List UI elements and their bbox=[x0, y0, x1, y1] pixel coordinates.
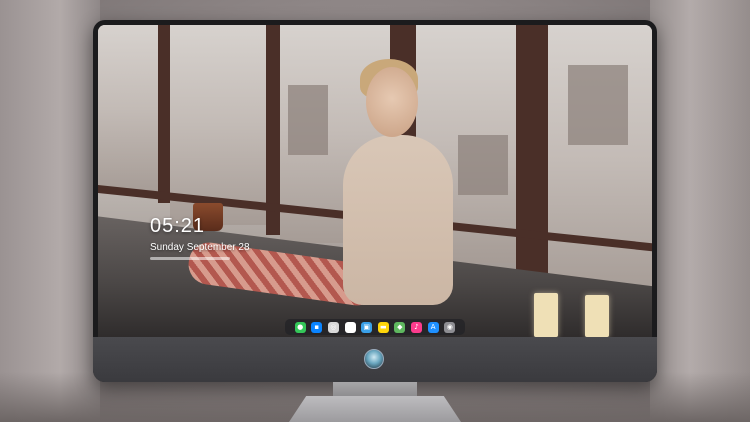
monitor-stand-base bbox=[289, 396, 461, 422]
safari-icon[interactable]: ◎ bbox=[327, 321, 339, 333]
camera-icon[interactable]: ◉ bbox=[444, 321, 456, 333]
blurred-backdrop-right bbox=[650, 0, 750, 422]
photos-icon[interactable]: ✿ bbox=[344, 321, 356, 333]
music-icon[interactable]: ♪ bbox=[411, 321, 422, 333]
candle bbox=[585, 295, 609, 337]
app-store-icon[interactable]: A bbox=[427, 321, 439, 333]
monitor-chin bbox=[93, 337, 657, 382]
monitor: 05:21 Sunday September 28 ● ▪ ◎ ✿ ▣ ▬ ◆ ♪ A ◉ bbox=[93, 20, 657, 382]
window-mullion bbox=[158, 25, 170, 203]
brand-logo-icon bbox=[364, 349, 384, 369]
dock: ● ▪ ◎ ✿ ▣ ▬ ◆ ♪ A ◉ bbox=[285, 319, 465, 335]
finder-icon[interactable]: ▣ bbox=[361, 321, 373, 333]
screen: 05:21 Sunday September 28 ● ▪ ◎ ✿ ▣ ▬ ◆ ♪ A ◉ bbox=[98, 25, 652, 337]
lock-screen-date: Sunday September 28 bbox=[150, 242, 250, 253]
background-building bbox=[288, 85, 328, 155]
messages-icon[interactable]: ● bbox=[294, 321, 306, 333]
notes-icon[interactable]: ▬ bbox=[377, 321, 389, 333]
lock-screen-subline bbox=[150, 257, 230, 260]
chat-icon[interactable]: ▪ bbox=[311, 321, 323, 333]
maps-icon[interactable]: ◆ bbox=[394, 321, 406, 333]
window-mullion bbox=[516, 25, 548, 287]
woman-body bbox=[343, 135, 453, 305]
background-building bbox=[568, 65, 628, 145]
blurred-backdrop-left bbox=[0, 0, 100, 422]
lock-screen-time: 05:21 bbox=[150, 215, 206, 237]
monitor-stand-neck bbox=[333, 382, 417, 396]
window-pane bbox=[98, 25, 158, 193]
background-building bbox=[458, 135, 508, 195]
candle bbox=[534, 293, 558, 337]
woman-head bbox=[366, 67, 418, 137]
